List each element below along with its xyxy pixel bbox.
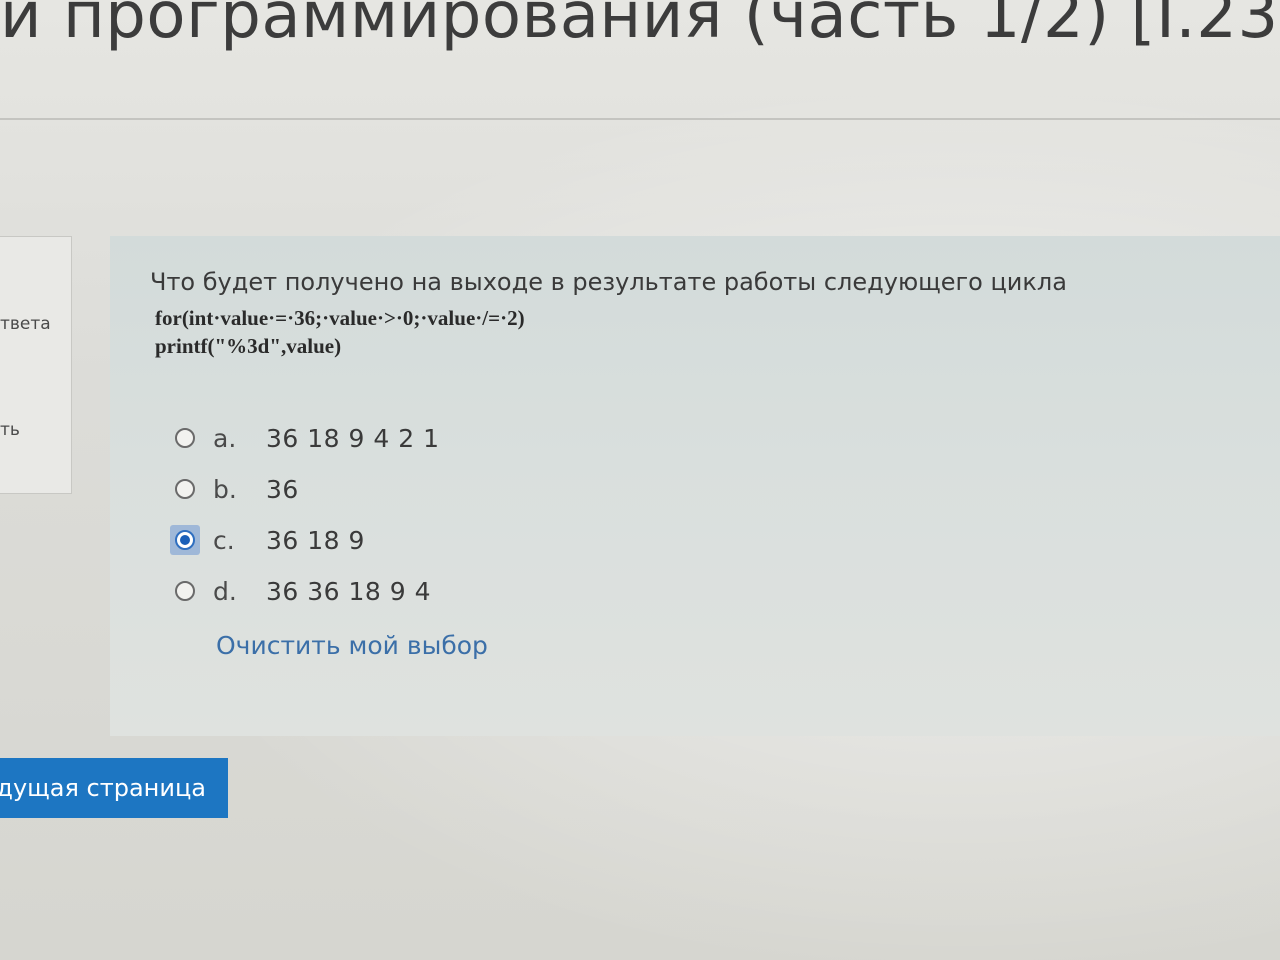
answer-text-a[interactable]: 36 18 9 4 2 1 — [266, 424, 439, 453]
radio-wrap-b[interactable] — [170, 474, 200, 504]
flag-question-link[interactable]: ть — [0, 420, 20, 440]
answer-text-c[interactable]: 36 18 9 — [266, 526, 365, 555]
answer-text-b[interactable]: 36 — [266, 475, 299, 504]
radio-button-d[interactable] — [175, 581, 195, 601]
course-title: и программирования (часть 1/2) [I.23-24 — [0, 0, 1280, 53]
answer-option-b[interactable]: b. 36 — [170, 472, 299, 506]
code-line-for-loop: for(int·value·=·36;·value·>·0;·value·/=·… — [155, 306, 525, 330]
previous-page-button[interactable]: дущая страница — [0, 758, 228, 818]
answer-text-d[interactable]: 36 36 18 9 4 — [266, 577, 431, 606]
clear-choice-link[interactable]: Очистить мой выбор — [216, 631, 488, 660]
radio-button-c-selected[interactable] — [175, 530, 195, 550]
question-info-panel — [0, 236, 72, 494]
radio-wrap-a[interactable] — [170, 423, 200, 453]
radio-wrap-c[interactable] — [170, 525, 200, 555]
radio-button-a[interactable] — [175, 428, 195, 448]
question-text: Что будет получено на выходе в результат… — [150, 268, 1067, 296]
answer-letter-c: c. — [213, 525, 235, 555]
answer-letter-b: b. — [213, 474, 237, 504]
answer-option-d[interactable]: d. 36 36 18 9 4 — [170, 574, 431, 608]
question-status-text: твета — [0, 314, 51, 334]
answer-option-c[interactable]: c. 36 18 9 — [170, 523, 365, 557]
radio-button-b[interactable] — [175, 479, 195, 499]
answer-option-a[interactable]: a. 36 18 9 4 2 1 — [170, 421, 439, 455]
radio-wrap-d[interactable] — [170, 576, 200, 606]
header-divider — [0, 118, 1280, 120]
answer-letter-d: d. — [213, 576, 237, 606]
code-line-printf: printf("%3d",value) — [155, 334, 342, 358]
answer-letter-a: a. — [213, 423, 237, 453]
